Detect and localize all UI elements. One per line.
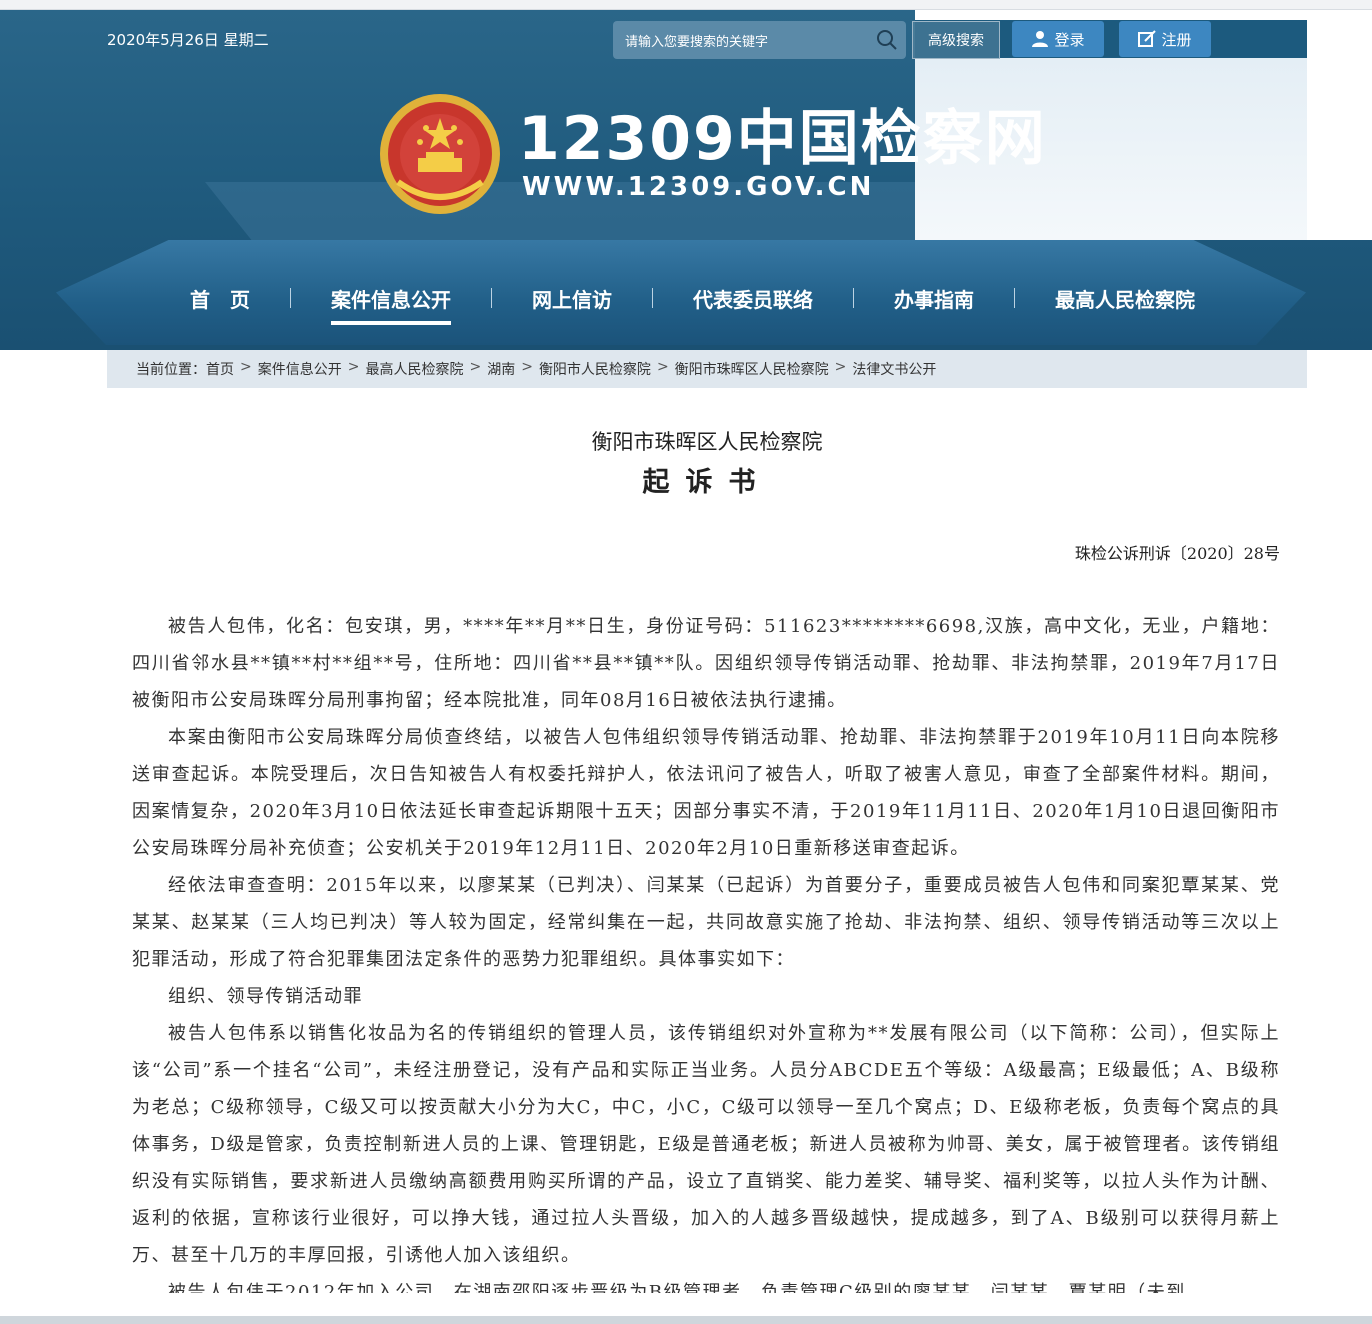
register-label: 注册 <box>1161 30 1192 49</box>
document-paragraph: 被告人包伟系以销售化妆品为名的传销组织的管理人员，该传销组织对外宣称为**发展有… <box>132 1023 1280 1266</box>
window-bottom-edge <box>0 1316 1372 1324</box>
breadcrumb-item[interactable]: 最高人民检察院 <box>365 359 463 379</box>
breadcrumb-separator: > <box>834 359 847 375</box>
register-button[interactable]: 注册 <box>1119 21 1211 57</box>
breadcrumb-item[interactable]: 衡阳市珠晖区人民检察院 <box>675 359 829 379</box>
advanced-search-button[interactable]: 高级搜索 <box>912 21 1000 59</box>
search-icon[interactable] <box>868 21 906 59</box>
breadcrumb-item[interactable]: 湖南 <box>487 359 515 379</box>
nav-home[interactable]: 首 页 <box>150 284 290 313</box>
document-title: 起诉书 <box>642 467 772 498</box>
user-icon <box>1032 31 1049 47</box>
document-body: 被告人包伟，化名：包安琪，男，****年**月**日生，身份证号码：511623… <box>132 608 1280 1311</box>
document-paragraph: 本案由衡阳市公安局珠晖分局侦查终结，以被告人包伟组织领导传销活动罪、抢劫罪、非法… <box>132 727 1280 859</box>
site-title: 12309中国检察网 <box>518 104 1047 174</box>
breadcrumb-current: 法律文书公开 <box>852 362 937 378</box>
document-paragraph: 经依法审查查明：2015年以来，以廖某某（已判决）、闫某某（已起诉）为首要分子，… <box>132 875 1280 970</box>
nav-online-petition[interactable]: 网上信访 <box>492 284 652 313</box>
main-nav: 首 页 案件信息公开 网上信访 代表委员联络 办事指南 最高人民检察院 <box>150 278 1235 325</box>
nav-representative-liaison[interactable]: 代表委员联络 <box>653 284 853 313</box>
edit-icon <box>1138 30 1157 47</box>
nav-service-guide[interactable]: 办事指南 <box>854 284 1014 313</box>
procuratorate-emblem-icon <box>380 94 500 214</box>
document-paragraph: 被告人包伟，化名：包安琪，男，****年**月**日生，身份证号码：511623… <box>132 616 1280 711</box>
document-number: 珠检公诉刑诉〔2020〕28号 <box>1074 544 1280 563</box>
document-section-heading: 组织、领导传销活动罪 <box>168 986 363 1007</box>
site-url: WWW.12309.GOV.CN <box>522 172 875 202</box>
nav-case-info[interactable]: 案件信息公开 <box>291 284 491 325</box>
search-input[interactable]: 请输入您要搜索的关键字 <box>613 21 906 59</box>
breadcrumb-item[interactable]: 衡阳市人民检察院 <box>539 359 651 379</box>
breadcrumb-item[interactable]: 首页 <box>206 359 234 379</box>
breadcrumb-item[interactable]: 案件信息公开 <box>258 359 342 379</box>
browser-top-strip <box>0 0 1372 10</box>
document-org: 衡阳市珠晖区人民检察院 <box>591 430 823 454</box>
document-content: 衡阳市珠晖区人民检察院 起诉书 珠检公诉刑诉〔2020〕28号 被告人包伟，化名… <box>107 388 1307 1303</box>
breadcrumb-separator: > <box>656 359 669 375</box>
nav-supreme-procuratorate[interactable]: 最高人民检察院 <box>1015 284 1235 313</box>
login-button[interactable]: 登录 <box>1012 21 1104 57</box>
breadcrumb-separator: > <box>240 359 252 375</box>
breadcrumb-separator: > <box>521 359 533 375</box>
breadcrumb-prefix: 当前位置： <box>136 362 206 378</box>
search-placeholder: 请输入您要搜索的关键字 <box>625 34 769 50</box>
breadcrumb-separator: > <box>347 359 360 375</box>
breadcrumb-separator: > <box>469 359 482 375</box>
breadcrumb: 当前位置： 首页 > 案件信息公开 > 最高人民检察院 > 湖南 > 衡阳市人民… <box>136 359 936 379</box>
current-date: 2020年5月26日 星期二 <box>107 31 269 49</box>
login-label: 登录 <box>1054 30 1085 49</box>
